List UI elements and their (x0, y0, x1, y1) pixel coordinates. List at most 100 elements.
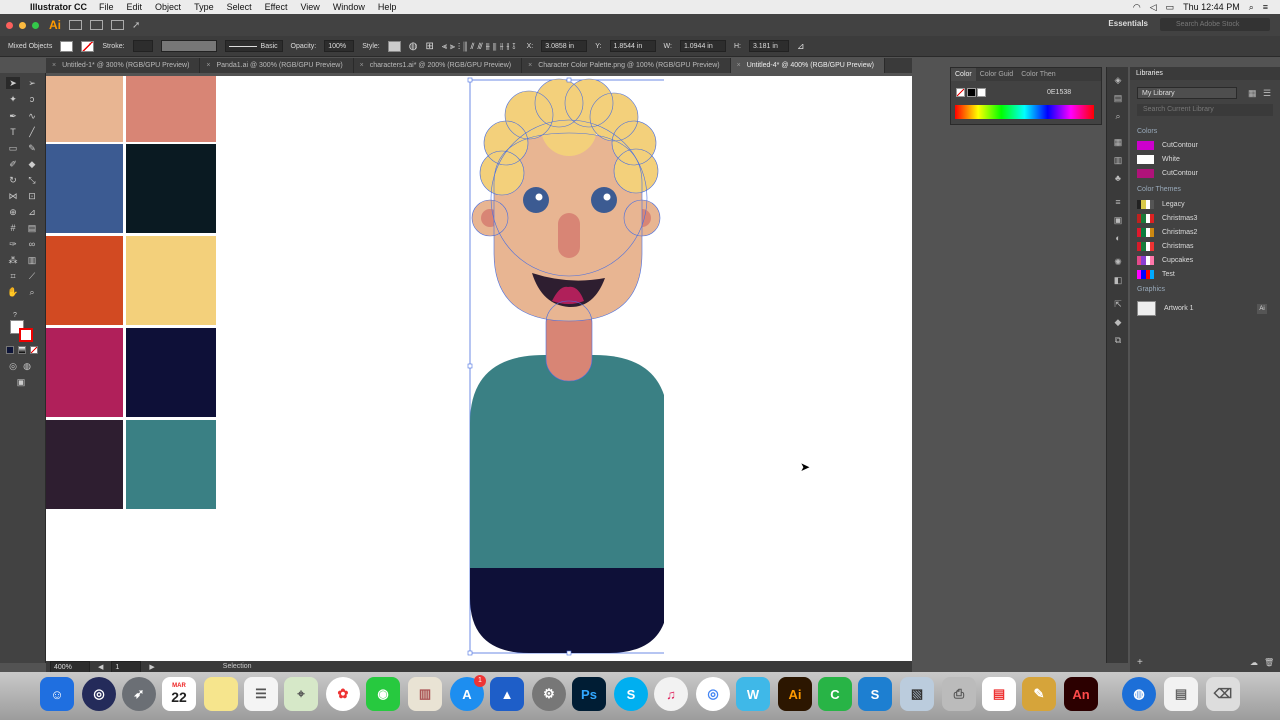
nose[interactable] (558, 213, 580, 258)
close-tab-icon[interactable]: × (737, 62, 741, 69)
black-color-icon[interactable] (967, 88, 976, 97)
wunderlist-icon[interactable]: W (736, 677, 770, 711)
curvature-tool-icon[interactable]: ∿ (25, 110, 39, 122)
palette-swatch[interactable] (46, 144, 123, 233)
color-palette-image[interactable] (46, 76, 216, 510)
palette-swatch[interactable] (46, 328, 123, 417)
character-illustration[interactable] (454, 73, 664, 661)
variable-width-profile[interactable] (160, 40, 217, 52)
tab-character-color-palette[interactable]: × Character Color Palette.png @ 100% (RGB… (522, 58, 731, 73)
rectangle-tool-icon[interactable]: ▭ (6, 142, 20, 154)
properties-icon[interactable]: ▤ (1112, 93, 1124, 103)
direct-selection-tool-icon[interactable]: ➢ (25, 77, 39, 89)
keynote-icon[interactable]: ▲ (490, 677, 524, 711)
paintbrush-tool-icon[interactable]: ✎ (25, 142, 39, 154)
palette-swatch[interactable] (126, 144, 216, 233)
library-color-item[interactable]: White (1137, 155, 1180, 164)
hand-tool-icon[interactable]: ✋ (6, 286, 20, 298)
palette-swatch[interactable] (46, 236, 123, 325)
library-theme-item[interactable]: Christmas3 (1137, 214, 1197, 223)
slice-tool-icon[interactable]: ⟋ (25, 270, 39, 282)
libraries-title[interactable]: Libraries (1130, 67, 1280, 80)
preview-icon[interactable]: ▧ (900, 677, 934, 711)
artboard-number-field[interactable]: 1 (111, 660, 142, 673)
menu-edit[interactable]: Edit (127, 2, 143, 12)
resize-handle[interactable] (467, 650, 473, 656)
stock-search-input[interactable]: Search Adobe Stock (1160, 18, 1270, 31)
reminders-icon[interactable]: ☰ (244, 677, 278, 711)
arrange-documents-icon[interactable] (111, 20, 124, 30)
library-graphic-item[interactable]: Artwork 1 (1137, 301, 1194, 316)
right-eye[interactable] (591, 187, 617, 213)
free-transform-tool-icon[interactable]: ⊡ (25, 190, 39, 202)
left-eye[interactable] (523, 187, 549, 213)
resize-handle[interactable] (467, 363, 473, 369)
menu-file[interactable]: File (99, 2, 114, 12)
brush-definition[interactable]: Basic (224, 40, 283, 52)
brushes-icon[interactable]: ♣ (1112, 173, 1124, 183)
artboards-icon[interactable]: ⧉ (1112, 335, 1124, 345)
colors-section-header[interactable]: Colors (1137, 128, 1157, 135)
hex-value-field[interactable]: 0E1538 (1047, 89, 1071, 96)
library-theme-item[interactable]: Legacy (1137, 200, 1185, 209)
office-icon[interactable]: ▤ (982, 677, 1016, 711)
fill-swatch[interactable] (60, 40, 74, 52)
lasso-tool-icon[interactable]: ↄ (25, 93, 39, 105)
stroke-swatch[interactable] (81, 40, 95, 52)
stock-icon[interactable] (90, 20, 103, 30)
screen-mode-icon[interactable]: ▣ (14, 376, 28, 388)
bridge-icon[interactable] (69, 20, 82, 30)
align-to-icon[interactable]: ⊞ (425, 41, 433, 52)
library-theme-item[interactable]: Christmas2 (1137, 228, 1197, 237)
system-preferences-icon[interactable]: ⚙ (532, 677, 566, 711)
perspective-grid-tool-icon[interactable]: ⊿ (25, 206, 39, 218)
white-color-icon[interactable] (977, 88, 986, 97)
artboard-tool-icon[interactable]: ⌗ (6, 270, 20, 282)
stroke-panel-icon[interactable]: ≡ (1112, 197, 1124, 207)
draw-normal-icon[interactable]: ◎ (6, 360, 20, 372)
gradient-mode-icon[interactable] (18, 346, 26, 354)
color-spectrum[interactable] (955, 105, 1094, 119)
h-field[interactable]: 3.181 in (748, 40, 789, 52)
finder-icon[interactable]: ☺ (40, 677, 74, 711)
line-tool-icon[interactable]: ╱ (25, 126, 39, 138)
calendar-icon[interactable]: MAR 22 (162, 677, 196, 711)
grid-view-icon[interactable]: ▦ (1248, 88, 1257, 99)
previous-artboard-icon[interactable]: ◀ (98, 663, 103, 671)
add-content-icon[interactable]: + (1137, 657, 1143, 668)
close-tab-icon[interactable]: × (528, 62, 532, 69)
tab-color-guide[interactable]: Color Guid (976, 68, 1017, 81)
cc-libraries-icon[interactable]: ◈ (1112, 75, 1124, 85)
stroke-weight-field[interactable] (132, 40, 153, 52)
graph-tool-icon[interactable]: ▥ (25, 254, 39, 266)
current-tool-status[interactable]: Selection (223, 663, 252, 670)
shirt[interactable] (470, 355, 664, 568)
stroke-label[interactable]: Stroke: (102, 43, 124, 50)
export-icon[interactable]: ⇱ (1112, 299, 1124, 309)
notification-center-icon[interactable]: ≡ (1263, 2, 1268, 12)
wifi-icon[interactable]: ◠ (1133, 2, 1141, 13)
appearance-icon[interactable]: ✺ (1112, 257, 1124, 267)
draw-behind-icon[interactable]: ◍ (20, 360, 34, 372)
recolor-artwork-icon[interactable]: ◍ (409, 41, 418, 52)
facetime-icon[interactable]: ◉ (366, 677, 400, 711)
transform-panel-icon[interactable]: ⊿ (797, 41, 805, 52)
stroke-color-icon[interactable] (19, 328, 33, 342)
maps-icon[interactable]: ⌖ (284, 677, 318, 711)
grammar-icon[interactable]: ✎ (1022, 677, 1056, 711)
type-tool-icon[interactable]: T (6, 126, 20, 138)
none-mode-icon[interactable] (30, 346, 38, 354)
library-search-input[interactable]: Search Current Library (1137, 104, 1273, 116)
launchpad-icon[interactable]: ➶ (122, 677, 156, 711)
sound-icon[interactable]: ◁ (1150, 2, 1157, 13)
transparency-icon[interactable]: ◐ (1112, 233, 1124, 243)
color-panel-icon[interactable]: ▦ (1112, 137, 1124, 147)
sync-icon[interactable]: ☁ (1250, 658, 1258, 667)
symbol-sprayer-tool-icon[interactable]: ⁂ (6, 254, 20, 266)
library-theme-item[interactable]: Cupcakes (1137, 256, 1193, 265)
tab-panda1[interactable]: × Panda1.ai @ 300% (RGB/GPU Preview) (200, 58, 354, 73)
camtasia-icon[interactable]: C (818, 677, 852, 711)
workspace-switcher[interactable]: Essentials (1108, 19, 1148, 28)
zoom-level-field[interactable]: 400% (50, 660, 90, 673)
library-theme-item[interactable]: Christmas (1137, 242, 1194, 251)
